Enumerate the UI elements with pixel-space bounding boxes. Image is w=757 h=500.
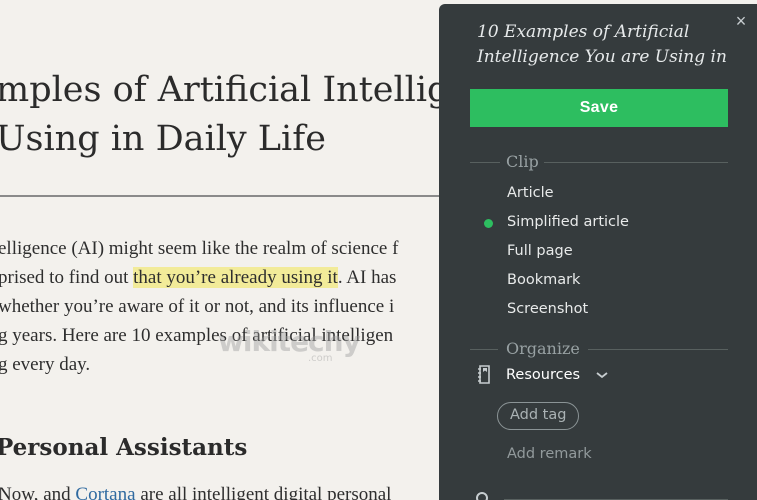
section-heading: Personal Assistants xyxy=(0,434,248,461)
clip-option-article[interactable]: Article xyxy=(507,185,554,201)
add-remark-field[interactable]: Add remark xyxy=(507,446,592,462)
divider xyxy=(470,349,498,350)
last-line-end: are all intelligent digital personal xyxy=(135,484,392,500)
watermark-domain: .com xyxy=(308,353,333,364)
add-tag-button[interactable]: Add tag xyxy=(497,402,580,430)
clip-option-full-page[interactable]: Full page xyxy=(507,243,573,259)
clip-option-screenshot[interactable]: Screenshot xyxy=(507,301,588,317)
last-line-start: Now, and xyxy=(0,484,76,500)
watermark-logo: wikitechy .com xyxy=(218,325,361,364)
clip-section-header: Clip xyxy=(470,152,728,172)
chevron-down-icon[interactable] xyxy=(595,370,609,380)
notebook-selector[interactable]: Resources xyxy=(506,367,580,383)
save-button[interactable]: Save xyxy=(470,89,728,127)
clip-option-simplified-article[interactable]: Simplified article xyxy=(507,214,629,230)
selected-dot-icon xyxy=(484,219,493,228)
highlighted-text: that you’re already using it xyxy=(133,267,338,288)
web-clipper-panel: 10 Examples of Artificial Intelligence Y… xyxy=(439,4,757,500)
article-last-line: Now, and Cortana are all intelligent dig… xyxy=(0,484,391,500)
title-divider xyxy=(0,195,445,197)
clip-title[interactable]: 10 Examples of Artificial Intelligence Y… xyxy=(477,20,727,70)
clip-section-label: Clip xyxy=(501,152,544,172)
intro-line-2-end: . AI has xyxy=(337,267,397,288)
divider xyxy=(470,162,500,163)
cortana-link[interactable]: Cortana xyxy=(75,484,135,500)
organize-section-header: Organize xyxy=(470,339,728,359)
notebook-icon xyxy=(478,365,490,384)
organize-section-label: Organize xyxy=(501,339,585,359)
settings-icon[interactable] xyxy=(476,492,488,500)
watermark-text: wikitechy xyxy=(218,325,361,358)
clip-option-bookmark[interactable]: Bookmark xyxy=(507,272,580,288)
intro-line-2-start: prised to find out xyxy=(0,267,134,288)
close-icon[interactable]: × xyxy=(732,12,750,30)
divider xyxy=(588,349,728,350)
divider xyxy=(540,162,728,163)
